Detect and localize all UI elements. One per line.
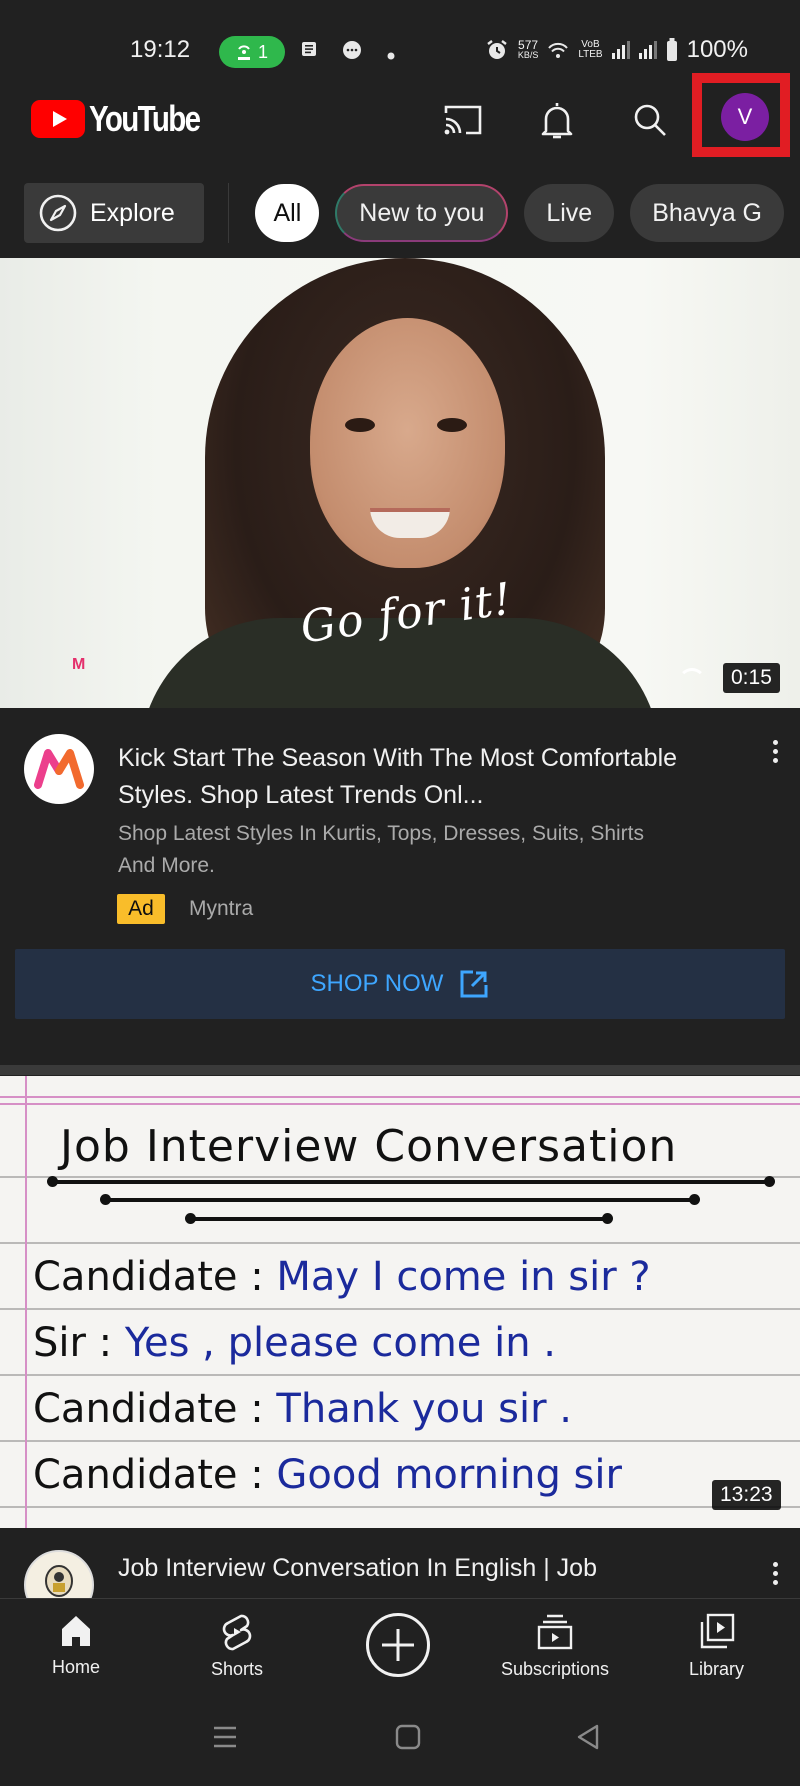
recents-icon xyxy=(214,1726,236,1748)
filter-chips-bar: Explore All New to you Live Bhavya G xyxy=(0,170,800,256)
external-link-icon xyxy=(460,970,488,998)
nav-library[interactable]: Library xyxy=(689,1613,744,1680)
clock: 19:12 xyxy=(130,36,191,63)
message-icon xyxy=(341,40,363,67)
loading-spinner-icon xyxy=(678,668,706,696)
youtube-play-icon xyxy=(31,100,85,138)
signal-icon-1 xyxy=(611,41,630,59)
explore-label: Explore xyxy=(90,198,175,227)
wifi-icon xyxy=(548,42,569,58)
shop-now-button[interactable]: SHOP NOW xyxy=(15,949,785,1019)
bottom-navigation: Home Shorts Subscriptions Library xyxy=(0,1598,800,1694)
back-triangle-icon xyxy=(577,1724,599,1750)
ad-more-options-button[interactable] xyxy=(772,740,778,763)
myntra-logo-icon xyxy=(34,749,84,789)
hotspot-icon xyxy=(237,45,250,60)
thumbnail-eye xyxy=(345,418,375,432)
home-system-button[interactable] xyxy=(395,1724,421,1755)
subscriptions-icon xyxy=(537,1614,573,1650)
notebook-top-line xyxy=(0,1103,800,1105)
nav-shorts[interactable]: Shorts xyxy=(211,1613,263,1680)
nav-home-label: Home xyxy=(52,1657,101,1677)
account-avatar-button[interactable]: V xyxy=(721,93,769,141)
nav-shorts-label: Shorts xyxy=(211,1659,264,1679)
net-speed: 577 KB/S xyxy=(517,38,539,60)
thumbnail-eye xyxy=(437,418,467,432)
nav-subscriptions[interactable]: Subscriptions xyxy=(501,1613,609,1680)
nav-subscriptions-label: Subscriptions xyxy=(501,1659,610,1679)
notifications-button[interactable] xyxy=(535,98,579,142)
battery-percent: 100% xyxy=(686,36,748,63)
chip-bhavya[interactable]: Bhavya G xyxy=(630,184,784,242)
system-navigation-bar xyxy=(0,1694,800,1786)
duration-badge: 13:23 xyxy=(712,1480,781,1510)
bell-icon xyxy=(541,103,573,139)
search-button[interactable] xyxy=(628,98,672,142)
compass-icon xyxy=(39,194,77,232)
notebook-margin xyxy=(25,1076,27,1528)
dialogue-line: Candidate : Good morning sir xyxy=(33,1452,622,1498)
video-more-options-button[interactable] xyxy=(772,1562,778,1585)
search-icon xyxy=(634,104,666,136)
alarm-icon xyxy=(487,40,507,59)
recents-button[interactable] xyxy=(212,1724,238,1755)
library-icon xyxy=(700,1613,734,1649)
dialogue-line: Candidate : May I come in sir ? xyxy=(33,1254,651,1300)
signal-icon-2 xyxy=(638,41,657,59)
dialogue-line: Sir : Yes , please come in . xyxy=(33,1320,557,1366)
decorative-underline xyxy=(47,1176,775,1187)
ad-info: Kick Start The Season With The Most Comf… xyxy=(0,720,800,940)
duration-badge: 0:15 xyxy=(723,663,780,693)
youtube-wordmark: YouTube xyxy=(89,98,201,139)
notebook-top-line xyxy=(0,1096,800,1098)
chips-divider xyxy=(227,183,230,243)
ad-description: Shop Latest Styles In Kurtis, Tops, Dres… xyxy=(118,822,645,877)
hotspot-count: 1 xyxy=(257,41,268,62)
chip-all[interactable]: All xyxy=(255,184,320,242)
ad-title[interactable]: Kick Start The Season With The Most Comf… xyxy=(118,740,728,814)
video-title[interactable]: Job Interview Conversation In English | … xyxy=(118,1554,597,1583)
channel-logo-icon xyxy=(45,1565,73,1597)
feed-separator xyxy=(0,1065,800,1075)
nav-home[interactable]: Home xyxy=(52,1613,100,1678)
channel-avatar[interactable] xyxy=(24,1550,94,1598)
plus-icon xyxy=(382,1629,414,1661)
ad-badge: Ad xyxy=(117,894,165,924)
dot-icon xyxy=(387,44,395,65)
chip-new-to-you[interactable]: New to you xyxy=(335,184,509,242)
myntra-watermark: M xyxy=(72,656,86,673)
notification-doc-icon xyxy=(300,40,318,63)
ad-video-thumbnail[interactable]: Go for it! M 0:15 xyxy=(0,258,800,708)
dialogue-line: Candidate : Thank you sir . xyxy=(33,1386,572,1432)
status-bar: 19:12 1 577 KB/S VoB LTEB 100% xyxy=(0,0,800,80)
cast-icon xyxy=(444,105,482,135)
cast-button[interactable] xyxy=(441,98,485,142)
myntra-channel-avatar[interactable] xyxy=(24,734,94,804)
youtube-logo[interactable]: YouTube xyxy=(31,98,224,140)
shop-now-label: SHOP NOW xyxy=(310,970,444,997)
battery-icon xyxy=(666,38,677,61)
home-icon xyxy=(62,1616,90,1646)
explore-button[interactable]: Explore xyxy=(24,183,204,243)
decorative-underline xyxy=(185,1213,613,1224)
video-info: Job Interview Conversation In English | … xyxy=(0,1540,800,1598)
shorts-icon xyxy=(222,1614,252,1651)
thumbnail-heading: Job Interview Conversation xyxy=(60,1121,678,1172)
avatar-initial: V xyxy=(737,104,753,129)
home-square-icon xyxy=(395,1724,421,1750)
app-header: YouTube V xyxy=(0,73,800,160)
hotspot-indicator: 1 xyxy=(219,36,285,68)
status-right: 577 KB/S VoB LTEB 100% xyxy=(485,36,748,64)
create-button[interactable] xyxy=(366,1613,430,1677)
back-button[interactable] xyxy=(576,1724,600,1755)
video-thumbnail[interactable]: Job Interview Conversation Candidate : M… xyxy=(0,1076,800,1528)
ad-channel-name: Myntra xyxy=(189,897,254,920)
nav-library-label: Library xyxy=(689,1659,745,1679)
chip-live[interactable]: Live xyxy=(524,184,615,242)
volte-indicator: VoB LTEB xyxy=(578,39,603,60)
decorative-underline xyxy=(100,1194,700,1205)
